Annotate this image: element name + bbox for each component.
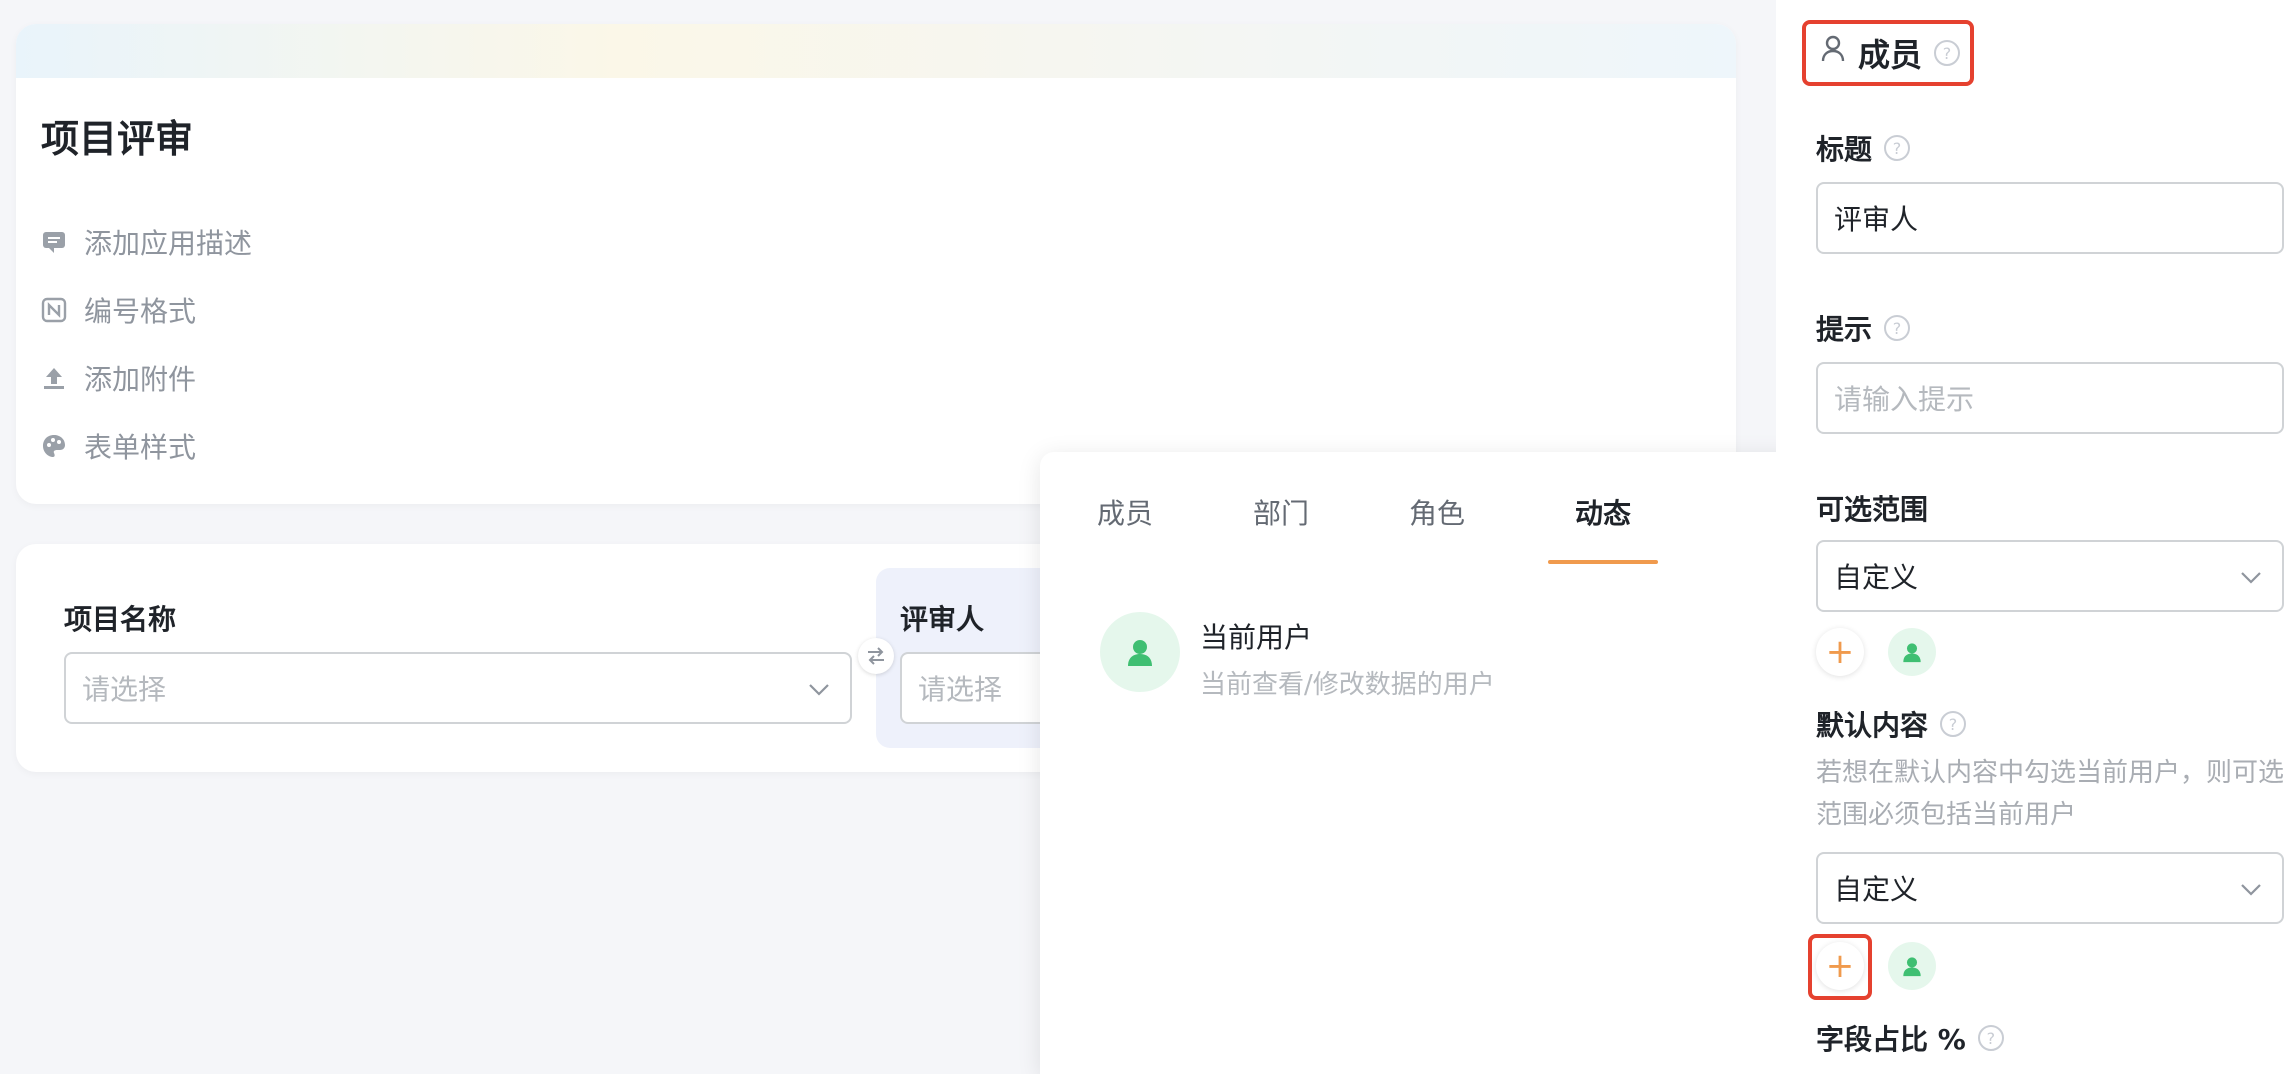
tab-departments-label: 部门 xyxy=(1252,497,1309,530)
current-user-title: 当前用户 xyxy=(1200,621,1313,654)
help-icon[interactable]: ? xyxy=(1884,315,1911,341)
field-type-header[interactable]: 成员 ? xyxy=(1820,30,1961,76)
swap-icon[interactable] xyxy=(858,638,894,674)
help-icon[interactable]: ? xyxy=(1884,135,1911,161)
default-content-note: 若想在默认内容中勾选当前用户，则可选范围必须包括当前用户 xyxy=(1816,758,2285,830)
hint-input[interactable]: 请输入提示 xyxy=(1816,362,2284,434)
person-icon xyxy=(1820,34,1846,72)
tab-dynamic-label: 动态 xyxy=(1574,497,1631,530)
reviewer-label: 评审人 xyxy=(900,603,985,636)
help-icon[interactable]: ? xyxy=(1934,40,1961,66)
tab-members[interactable]: 成员 xyxy=(1070,492,1180,564)
chevron-down-icon xyxy=(2238,876,2264,909)
tab-departments[interactable]: 部门 xyxy=(1226,492,1336,564)
user-avatar-icon xyxy=(1100,612,1180,692)
tab-dynamic[interactable]: 动态 xyxy=(1548,492,1658,564)
default-content-label-text: 默认内容 xyxy=(1816,709,1929,742)
tab-roles[interactable]: 角色 xyxy=(1382,492,1492,564)
number-format-label: 编号格式 xyxy=(84,295,197,328)
field-ratio-label-text: 字段占比 % xyxy=(1816,1023,1966,1056)
add-description-label: 添加应用描述 xyxy=(84,227,253,260)
project-name-select[interactable]: 请选择 xyxy=(64,652,852,724)
hint-input-placeholder: 请输入提示 xyxy=(1834,383,1975,416)
field-properties-panel: 成员 ? 标题 ? 评审人 提示 ? 请输入提示 可选范围 自定义 + 默认内容… xyxy=(1776,0,2296,1074)
header-banner xyxy=(16,24,1736,78)
add-description-link[interactable]: 添加应用描述 xyxy=(40,222,252,262)
picker-tabs: 成员 部门 角色 动态 xyxy=(1040,452,1808,564)
help-icon[interactable]: ? xyxy=(1940,711,1967,737)
default-content-select-value: 自定义 xyxy=(1834,873,1919,906)
hint-label-text: 提示 xyxy=(1816,313,1873,346)
app-header-card xyxy=(16,24,1736,504)
field-ratio-label: 字段占比 % ? xyxy=(1816,1018,2004,1058)
help-icon[interactable]: ? xyxy=(1977,1025,2004,1051)
reviewer-select[interactable]: 请选择 xyxy=(900,652,1050,724)
number-format-icon xyxy=(40,296,68,324)
add-attachment-link[interactable]: 添加附件 xyxy=(40,358,196,398)
field-type-label: 成员 xyxy=(1858,36,1923,74)
scope-select-value: 自定义 xyxy=(1834,561,1919,594)
add-attachment-label: 添加附件 xyxy=(84,363,197,396)
title-label: 标题 ? xyxy=(1816,128,1911,168)
title-input[interactable]: 评审人 xyxy=(1816,182,2284,254)
current-user-option[interactable]: 当前用户 当前查看/修改数据的用户 xyxy=(1100,612,1808,708)
project-name-placeholder: 请选择 xyxy=(82,673,167,706)
scope-label: 可选范围 xyxy=(1816,488,1928,528)
scope-user-avatar-icon[interactable] xyxy=(1888,628,1936,676)
form-style-label: 表单样式 xyxy=(84,431,197,464)
add-scope-button[interactable]: + xyxy=(1816,628,1864,676)
form-style-link[interactable]: 表单样式 xyxy=(40,426,196,466)
title-input-value: 评审人 xyxy=(1834,203,1919,236)
scope-label-text: 可选范围 xyxy=(1816,493,1929,526)
tab-members-label: 成员 xyxy=(1096,497,1153,530)
project-name-label: 项目名称 xyxy=(64,603,177,636)
default-content-select[interactable]: 自定义 xyxy=(1816,852,2284,924)
chevron-down-icon xyxy=(2238,564,2264,597)
active-tab-indicator xyxy=(1548,560,1658,564)
member-picker-popup: 成员 部门 角色 动态 当前用户 当前查看/修改数据的用户 xyxy=(1040,452,1808,1074)
default-user-avatar-icon[interactable] xyxy=(1888,942,1936,990)
chevron-down-icon xyxy=(806,676,832,709)
title-label-text: 标题 xyxy=(1816,133,1873,166)
palette-icon xyxy=(40,432,68,460)
page-title[interactable]: 项目评审 xyxy=(41,108,193,163)
current-user-subtitle: 当前查看/修改数据的用户 xyxy=(1200,670,1495,700)
number-format-link[interactable]: 编号格式 xyxy=(40,290,196,330)
hint-label: 提示 ? xyxy=(1816,308,1911,348)
upload-icon xyxy=(40,364,68,392)
reviewer-placeholder: 请选择 xyxy=(918,673,1003,706)
scope-select[interactable]: 自定义 xyxy=(1816,540,2284,612)
default-content-label: 默认内容 ? xyxy=(1816,704,1967,744)
tab-roles-label: 角色 xyxy=(1408,497,1465,530)
comment-icon xyxy=(40,228,68,256)
add-default-button[interactable]: + xyxy=(1816,942,1864,990)
